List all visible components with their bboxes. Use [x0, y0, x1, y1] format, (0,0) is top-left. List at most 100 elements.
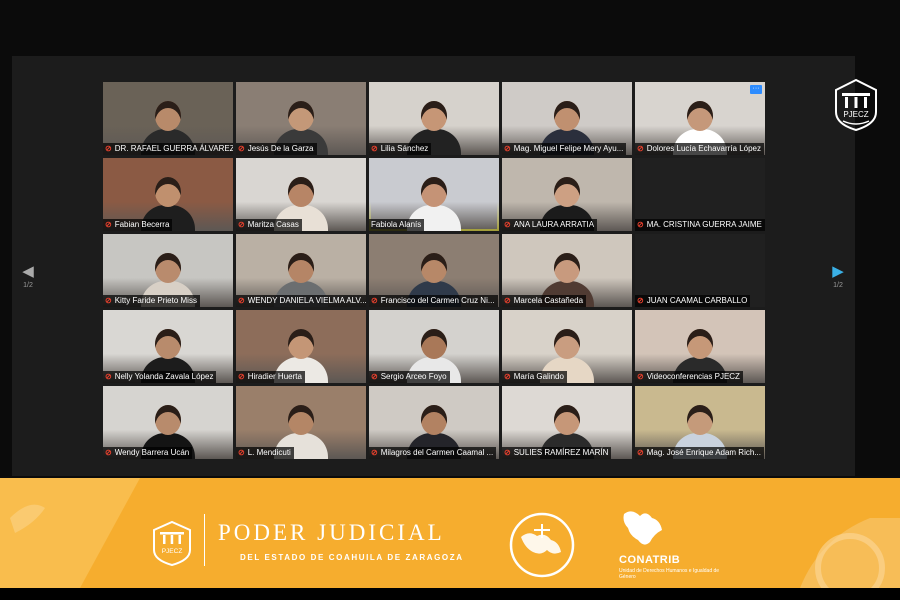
participant-tile[interactable]: ⊘ Milagros del Carmen Caamal ...: [369, 386, 499, 459]
participant-tile[interactable]: ⊘ L. Mendicuti: [236, 386, 366, 459]
participant-name-label: ⊘ Milagros del Carmen Caamal ...: [369, 447, 497, 459]
chevron-right-icon: ▶: [832, 263, 844, 280]
muted-mic-icon: ⊘: [504, 296, 511, 305]
participant-name-label: ⊘ ANA LAURA ARRATIA: [502, 219, 598, 231]
muted-mic-icon: ⊘: [238, 372, 245, 381]
participant-name-label: ⊘ Mag. Miguel Felipe Mery Ayu...: [502, 143, 627, 155]
participant-tile[interactable]: ⊘ Francisco del Carmen Cruz Ni...: [369, 234, 499, 307]
muted-mic-icon: ⊘: [105, 220, 112, 229]
muted-mic-icon: ⊘: [637, 220, 644, 229]
participant-tile[interactable]: ⊘ Nelly Yolanda Zavala López: [103, 310, 233, 383]
participant-tile[interactable]: Fabiola Alanís: [369, 158, 499, 231]
participant-tile[interactable]: ⊘ SULIES RAMÍREZ MARÍN: [502, 386, 632, 459]
muted-mic-icon: ⊘: [371, 296, 378, 305]
muted-mic-icon: ⊘: [504, 220, 511, 229]
poder-judicial-subtitle: DEL ESTADO DE COAHUILA DE ZARAGOZA: [240, 553, 464, 562]
participant-tile[interactable]: ⊘ Videoconferencias PJECZ: [635, 310, 765, 383]
participant-name-label: ⊘ Nelly Yolanda Zavala López: [103, 371, 217, 383]
participant-name: Wendy Barrera Ucán: [114, 448, 190, 457]
participant-name: DR. RAFAEL GUERRA ÁLVAREZ: [114, 144, 233, 153]
participant-tile[interactable]: ⊘ MA. CRISTINA GUERRA JAIME: [635, 158, 765, 231]
event-banner: [0, 478, 900, 588]
participant-name: WENDY DANIELA VIELMA ALV...: [247, 296, 366, 305]
muted-mic-icon: ⊘: [637, 448, 644, 457]
participant-name: L. Mendicuti: [247, 448, 291, 457]
participant-tile[interactable]: ⊘ Maritza Casas: [236, 158, 366, 231]
muted-mic-icon: ⊘: [371, 372, 378, 381]
participant-name-label: ⊘ JUAN CAAMAL CARBALLO: [635, 295, 751, 307]
participant-name-label: ⊘ DR. RAFAEL GUERRA ÁLVAREZ: [103, 143, 233, 155]
conatrib-subtitle: Unidad de Derechos Humanos e Igualdad de…: [619, 568, 720, 580]
banner-divider: [204, 514, 205, 566]
participant-name-label: ⊘ Francisco del Carmen Cruz Ni...: [369, 295, 498, 307]
participant-tile[interactable]: ⊘ DR. RAFAEL GUERRA ÁLVAREZ: [103, 82, 233, 155]
participant-name-label: ⊘ Lilia Sánchez: [369, 143, 432, 155]
page-indicator-left: 1/2: [23, 282, 33, 289]
participant-name: María Galindo: [513, 372, 564, 381]
muted-mic-icon: ⊘: [504, 448, 511, 457]
participant-tile[interactable]: ⊘ Kitty Faride Prieto Miss: [103, 234, 233, 307]
participant-name-label: ⊘ WENDY DANIELA VIELMA ALV...: [236, 295, 366, 307]
conatrib-title: CONATRIB: [619, 554, 681, 566]
participant-tile[interactable]: ⊘ Jesús De la Garza: [236, 82, 366, 155]
muted-mic-icon: ⊘: [504, 144, 511, 153]
participant-name-label: Fabiola Alanís: [369, 219, 425, 231]
muted-mic-icon: ⊘: [637, 144, 644, 153]
participant-tile[interactable]: ··· ⊘ Dolores Lucía Echavarría López: [635, 82, 765, 155]
participant-name-label: ⊘ SULIES RAMÍREZ MARÍN: [502, 447, 612, 459]
participant-name: Nelly Yolanda Zavala López: [114, 372, 214, 381]
participant-name: Fabiola Alanís: [371, 220, 422, 229]
participant-tile[interactable]: ⊘ Marcela Castañeda: [502, 234, 632, 307]
participant-name: Milagros del Carmen Caamal ...: [380, 448, 494, 457]
banner-logo-text: PJECZ: [162, 548, 183, 555]
more-options-icon[interactable]: ···: [750, 85, 762, 94]
participant-name: MA. CRISTINA GUERRA JAIME: [646, 220, 762, 229]
participant-name-label: ⊘ Hiradier Huerta: [236, 371, 305, 383]
mexico-seal-icon: [509, 512, 575, 578]
participant-name: Hiradier Huerta: [247, 372, 302, 381]
muted-mic-icon: ⊘: [504, 372, 511, 381]
participant-tile[interactable]: ⊘ Lilia Sánchez: [369, 82, 499, 155]
participant-tile[interactable]: ⊘ Fabian Becerra: [103, 158, 233, 231]
participant-name: ANA LAURA ARRATIA: [513, 220, 595, 229]
muted-mic-icon: ⊘: [238, 296, 245, 305]
participant-name-label: ⊘ Fabian Becerra: [103, 219, 173, 231]
participant-name: Mag. Miguel Felipe Mery Ayu...: [513, 144, 624, 153]
participant-name-label: ⊘ MA. CRISTINA GUERRA JAIME: [635, 219, 765, 231]
participant-tile[interactable]: ⊘ María Galindo: [502, 310, 632, 383]
participant-name: SULIES RAMÍREZ MARÍN: [513, 448, 609, 457]
muted-mic-icon: ⊘: [238, 220, 245, 229]
participant-tile[interactable]: ⊘ Wendy Barrera Ucán: [103, 386, 233, 459]
next-page-button[interactable]: ▶ 1/2: [826, 263, 850, 290]
participant-name: Videoconferencias PJECZ: [646, 372, 740, 381]
previous-page-button[interactable]: ◀ 1/2: [16, 263, 40, 290]
muted-mic-icon: ⊘: [637, 372, 644, 381]
participant-name: Jesús De la Garza: [247, 144, 314, 153]
participant-tile[interactable]: ⊘ Hiradier Huerta: [236, 310, 366, 383]
participant-name-label: ⊘ Marcela Castañeda: [502, 295, 587, 307]
participant-tile[interactable]: ⊘ ANA LAURA ARRATIA: [502, 158, 632, 231]
participant-name: Marcela Castañeda: [513, 296, 584, 305]
participant-name-label: ⊘ Videoconferencias PJECZ: [635, 371, 743, 383]
participant-tile[interactable]: ⊘ Sergio Arceo Foyo: [369, 310, 499, 383]
participant-name: Fabian Becerra: [114, 220, 170, 229]
participant-name-label: ⊘ Dolores Lucía Echavarría López: [635, 143, 764, 155]
banner-decoration: [0, 478, 900, 588]
participant-name-label: ⊘ Wendy Barrera Ucán: [103, 447, 193, 459]
chevron-left-icon: ◀: [22, 263, 34, 280]
participant-name: Mag. José Enrique Adam Rich...: [646, 448, 761, 457]
muted-mic-icon: ⊘: [105, 296, 112, 305]
muted-mic-icon: ⊘: [238, 448, 245, 457]
participant-tile[interactable]: ⊘ Mag. Miguel Felipe Mery Ayu...: [502, 82, 632, 155]
poder-judicial-logo: PJECZ: [153, 520, 191, 566]
participant-tile[interactable]: ⊘ WENDY DANIELA VIELMA ALV...: [236, 234, 366, 307]
participant-tile[interactable]: ⊘ Mag. José Enrique Adam Rich...: [635, 386, 765, 459]
pjecz-corner-logo: PJECZ: [835, 78, 877, 132]
muted-mic-icon: ⊘: [105, 448, 112, 457]
muted-mic-icon: ⊘: [637, 296, 644, 305]
participant-name: Lilia Sánchez: [380, 144, 429, 153]
bottom-letterbox: [0, 588, 900, 600]
participant-tile[interactable]: ⊘ JUAN CAAMAL CARBALLO: [635, 234, 765, 307]
participant-name: JUAN CAAMAL CARBALLO: [646, 296, 748, 305]
muted-mic-icon: ⊘: [238, 144, 245, 153]
